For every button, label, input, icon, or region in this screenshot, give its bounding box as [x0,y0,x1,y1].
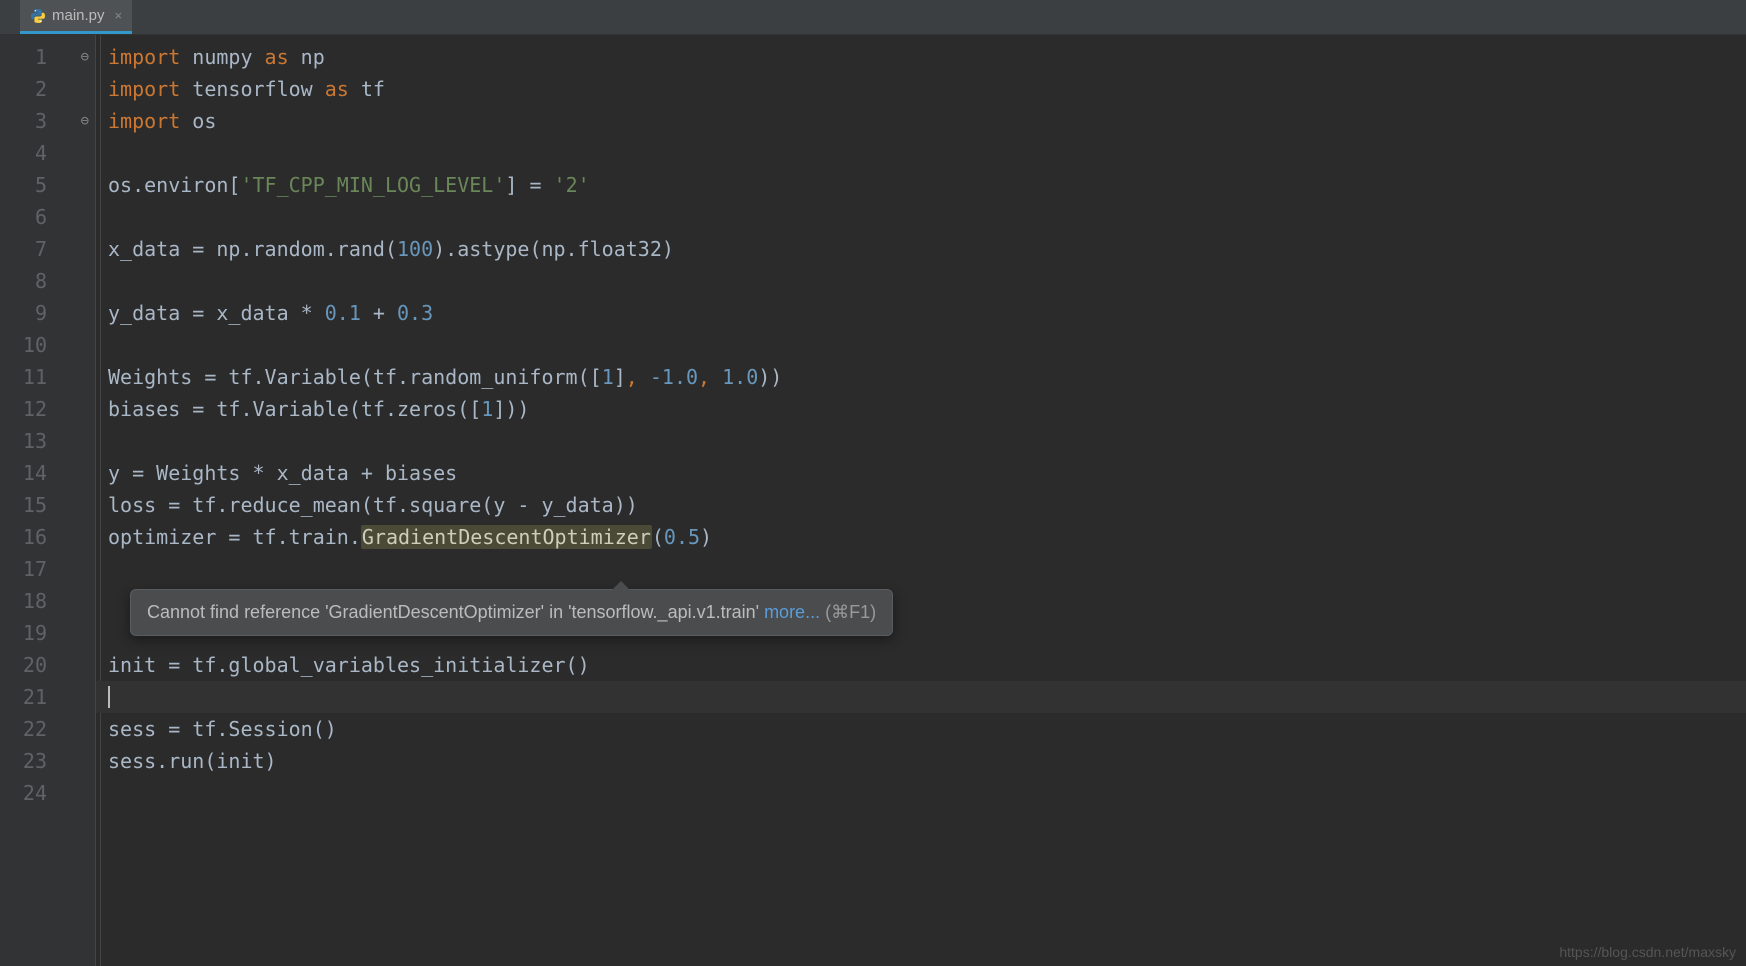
tab-filename: main.py [52,7,105,24]
code-line[interactable]: sess.run(init) [96,745,1746,777]
line-number-gutter: 1⊖ 2 3⊖ 4 5 6 7 8 9 10 11 12 13 14 15 16… [0,35,96,966]
line-number: 4 [0,137,95,169]
line-number: 23 [0,745,95,777]
line-number: 7 [0,233,95,265]
fold-toggle-icon[interactable]: ⊖ [81,41,89,73]
line-number: 8 [0,265,95,297]
code-line[interactable]: loss = tf.reduce_mean(tf.square(y - y_da… [96,489,1746,521]
tooltip-message: Cannot find reference 'GradientDescentOp… [147,602,764,622]
line-number: 19 [0,617,95,649]
code-line[interactable]: y_data = x_data * 0.1 + 0.3 [96,297,1746,329]
code-line[interactable]: x_data = np.random.rand(100).astype(np.f… [96,233,1746,265]
code-line[interactable]: biases = tf.Variable(tf.zeros([1])) [96,393,1746,425]
code-line[interactable]: import tensorflow as tf [96,73,1746,105]
code-line-current[interactable] [96,681,1746,713]
fold-toggle-icon[interactable]: ⊖ [81,105,89,137]
code-line[interactable] [96,777,1746,809]
line-number: 24 [0,777,95,809]
tooltip-shortcut: (⌘F1) [820,602,876,622]
line-number: 2 [0,73,95,105]
code-line[interactable]: optimizer = tf.train.GradientDescentOpti… [96,521,1746,553]
code-line[interactable] [96,201,1746,233]
ide-editor: main.py × 1⊖ 2 3⊖ 4 5 6 7 8 9 10 11 12 1… [0,0,1746,966]
line-number: 21 [0,681,95,713]
file-tab-main-py[interactable]: main.py × [20,0,132,34]
code-line[interactable] [96,265,1746,297]
line-number: 5 [0,169,95,201]
tab-bar: main.py × [0,0,1746,35]
close-icon[interactable]: × [115,8,123,23]
code-line[interactable]: import os [96,105,1746,137]
line-number: 15 [0,489,95,521]
inspection-tooltip: Cannot find reference 'GradientDescentOp… [130,589,893,636]
line-number: 20 [0,649,95,681]
line-number: 10 [0,329,95,361]
line-number: 12 [0,393,95,425]
text-caret [108,686,110,708]
line-number: 18 [0,585,95,617]
editor-body: 1⊖ 2 3⊖ 4 5 6 7 8 9 10 11 12 13 14 15 16… [0,35,1746,966]
watermark-text: https://blog.csdn.net/maxsky [1559,944,1736,960]
python-file-icon [30,8,46,24]
line-number: 16 [0,521,95,553]
line-number: 11 [0,361,95,393]
tooltip-pointer-icon [612,581,630,590]
code-line[interactable]: y = Weights * x_data + biases [96,457,1746,489]
code-line[interactable]: Weights = tf.Variable(tf.random_uniform(… [96,361,1746,393]
code-line[interactable] [96,329,1746,361]
line-number: 3⊖ [0,105,95,137]
code-line[interactable]: import numpy as np [96,41,1746,73]
line-number: 9 [0,297,95,329]
line-number: 14 [0,457,95,489]
line-number: 13 [0,425,95,457]
code-line[interactable]: sess = tf.Session() [96,713,1746,745]
code-line[interactable]: init = tf.global_variables_initializer() [96,649,1746,681]
line-number: 22 [0,713,95,745]
code-line[interactable]: os.environ['TF_CPP_MIN_LOG_LEVEL'] = '2' [96,169,1746,201]
code-area[interactable]: import numpy as np import tensorflow as … [96,35,1746,966]
line-number: 17 [0,553,95,585]
line-number: 1⊖ [0,41,95,73]
warning-highlight: GradientDescentOptimizer [361,525,652,549]
line-number: 6 [0,201,95,233]
tooltip-more-link[interactable]: more... [764,602,820,622]
code-line[interactable] [96,553,1746,585]
code-line[interactable] [96,137,1746,169]
code-line[interactable] [96,425,1746,457]
